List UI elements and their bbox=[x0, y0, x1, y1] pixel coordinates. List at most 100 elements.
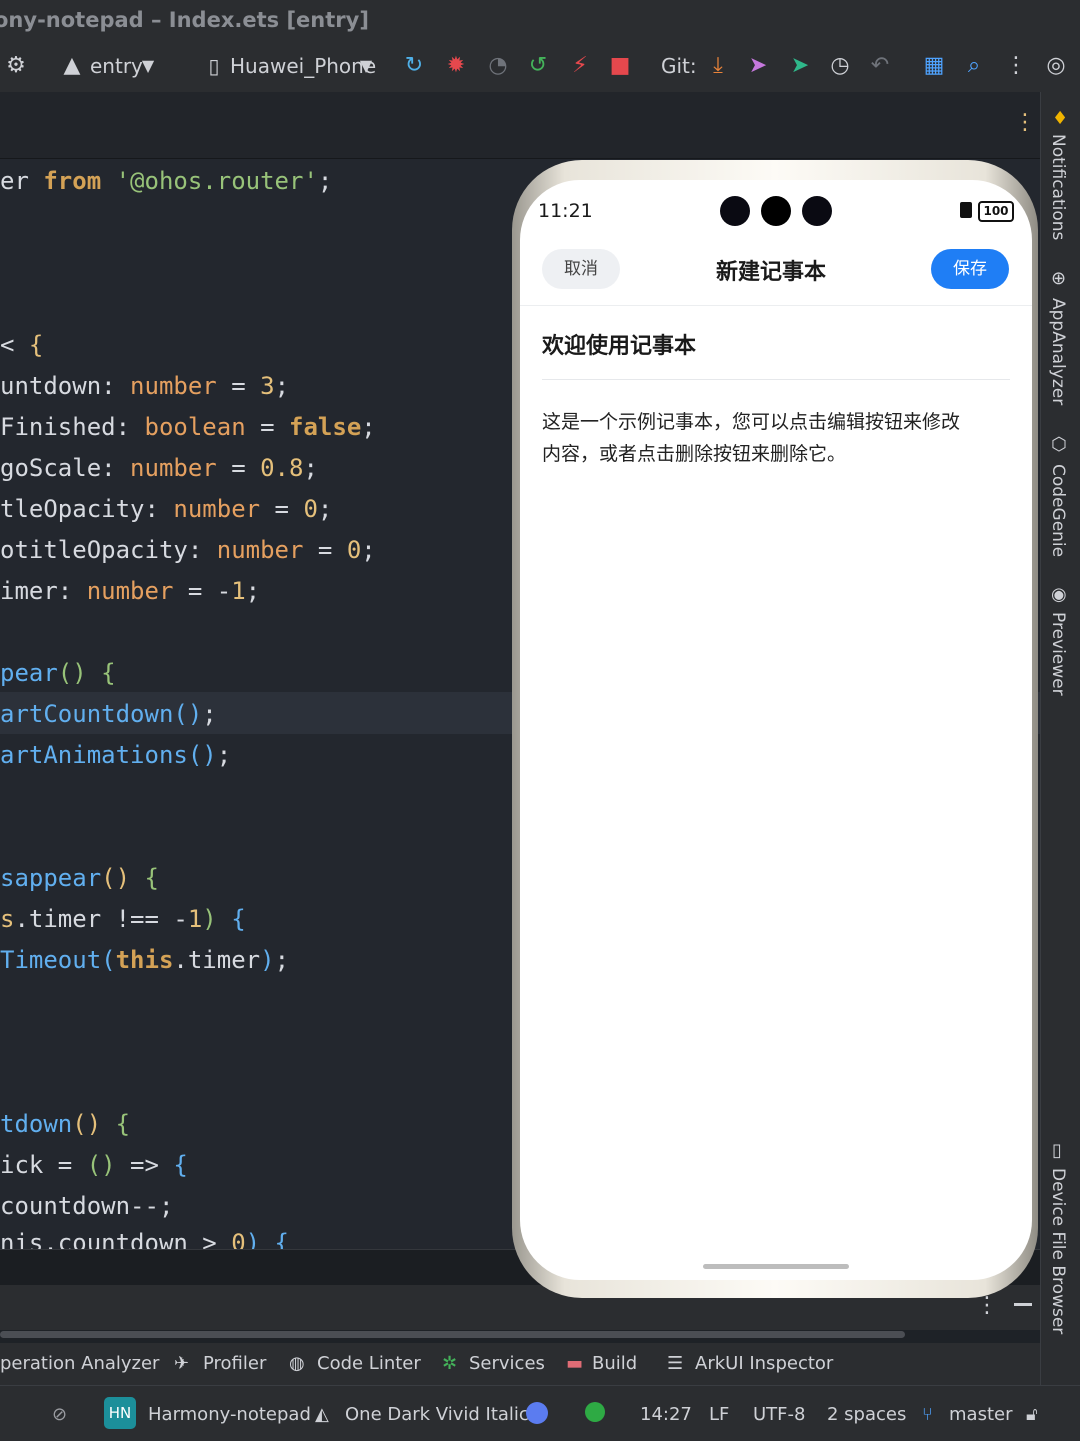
stop-icon[interactable]: ■ bbox=[606, 52, 634, 80]
window-title-bar: ony-notepad – Index.ets [entry] bbox=[0, 0, 1080, 42]
save-button[interactable]: 保存 bbox=[931, 249, 1009, 289]
appanalyzer-icon[interactable]: ⊕ bbox=[1051, 268, 1066, 289]
cursor-position[interactable]: 14:27 bbox=[640, 1404, 692, 1425]
device-icon[interactable]: ▯ bbox=[1052, 1140, 1062, 1161]
code-token: () bbox=[57, 659, 87, 687]
no-power-save-icon[interactable]: ⊘ bbox=[52, 1404, 67, 1425]
code-token: 0 bbox=[303, 495, 318, 523]
tool-previewer[interactable]: Previewer bbox=[1048, 612, 1068, 696]
code-token: artCountdown bbox=[0, 700, 174, 728]
git-update-icon[interactable]: ⤓ bbox=[704, 52, 732, 80]
camera-lens-icon bbox=[802, 196, 832, 226]
note-title-input[interactable]: 欢迎使用记事本 bbox=[542, 328, 696, 360]
code-token: boolean bbox=[144, 413, 246, 441]
settings-gear-icon[interactable]: ⚙ bbox=[2, 52, 30, 80]
code-token: number bbox=[130, 372, 217, 400]
project-name[interactable]: Harmony-notepad bbox=[148, 1404, 311, 1425]
tool-appanalyzer[interactable]: AppAnalyzer bbox=[1048, 298, 1068, 405]
header-divider bbox=[520, 305, 1032, 306]
page-title: 新建记事本 bbox=[716, 260, 827, 285]
previewer-eye-icon[interactable]: ◉ bbox=[1051, 584, 1067, 605]
code-token: { bbox=[28, 331, 44, 359]
code-token: { bbox=[115, 1110, 131, 1138]
grid-layout-icon[interactable]: ▦ bbox=[920, 52, 948, 80]
cancel-button[interactable]: 取消 bbox=[542, 249, 620, 289]
git-history-icon[interactable]: ◷ bbox=[826, 52, 854, 80]
git-branch[interactable]: master bbox=[949, 1404, 1012, 1425]
tool-device-file-browser[interactable]: Device File Browser bbox=[1048, 1168, 1068, 1334]
file-encoding[interactable]: UTF-8 bbox=[753, 1404, 805, 1425]
tool-operation-analyzer[interactable]: peration Analyzer bbox=[0, 1353, 159, 1374]
code-token: ; bbox=[202, 700, 217, 728]
blue-dot-indicator-icon[interactable] bbox=[526, 1402, 548, 1424]
run-coverage-icon[interactable]: ◔ bbox=[484, 52, 512, 80]
attach-plug-icon[interactable]: ⚡ bbox=[566, 52, 594, 80]
code-token: 0 bbox=[231, 1229, 246, 1249]
code-token: er bbox=[0, 167, 44, 195]
sim-icon bbox=[960, 202, 972, 218]
code-token: ; bbox=[361, 536, 376, 564]
tool-codegenie[interactable]: CodeGenie bbox=[1048, 464, 1068, 557]
code-token: pear bbox=[0, 659, 58, 687]
git-label: Git: bbox=[661, 54, 697, 78]
code-token: = bbox=[260, 495, 304, 523]
codegenie-icon[interactable]: ⬡ bbox=[1051, 434, 1067, 455]
editor-tab-bar: ⋮ bbox=[0, 92, 1040, 159]
home-indicator[interactable] bbox=[703, 1264, 849, 1269]
code-token: () bbox=[187, 741, 217, 769]
code-token: untdown: bbox=[0, 372, 131, 400]
status-bar: ⊘ HN Harmony-notepad ◭ One Dark Vivid It… bbox=[0, 1385, 1080, 1441]
chevron-down-icon[interactable]: ▼ bbox=[134, 52, 162, 80]
code-token: { bbox=[101, 659, 116, 687]
code-token: ) bbox=[202, 905, 217, 933]
code-token: = bbox=[245, 413, 290, 441]
debug-bug-icon[interactable]: ✹ bbox=[442, 52, 470, 80]
code-token: ) bbox=[245, 1229, 261, 1249]
code-token: Finished: bbox=[0, 413, 145, 441]
tool-build[interactable]: Build bbox=[592, 1353, 637, 1374]
code-token: artAnimations bbox=[0, 741, 188, 769]
code-token: tdown bbox=[0, 1110, 73, 1138]
code-token: { bbox=[144, 864, 159, 892]
code-token: { bbox=[173, 1151, 188, 1179]
tool-profiler[interactable]: Profiler bbox=[203, 1353, 266, 1374]
lock-icon[interactable]: 🔓︎ bbox=[1026, 1404, 1038, 1425]
code-token: = bbox=[216, 454, 261, 482]
code-token: < bbox=[0, 331, 29, 359]
code-token: imer: bbox=[0, 577, 87, 605]
phone-screen: 11:21 100 取消 新建记事本 保存 欢迎使用记事本 这是一个示例记事本，… bbox=[520, 180, 1032, 1280]
git-rollback-icon[interactable]: ↶ bbox=[866, 52, 894, 80]
editor-options-icon[interactable]: ⋮ bbox=[1014, 110, 1036, 135]
chevron-down-icon[interactable]: ▼ bbox=[352, 52, 380, 80]
code-token: ; bbox=[303, 454, 318, 482]
tool-code-linter[interactable]: Code Linter bbox=[317, 1353, 421, 1374]
code-token: Timeout bbox=[0, 946, 102, 974]
indent-setting[interactable]: 2 spaces bbox=[827, 1404, 906, 1425]
theme-name[interactable]: One Dark Vivid Italic bbox=[345, 1404, 529, 1425]
notifications-bell-icon[interactable]: ♦ bbox=[1052, 108, 1068, 129]
minimize-icon[interactable] bbox=[1014, 1303, 1032, 1306]
green-dot-indicator-icon[interactable] bbox=[585, 1402, 605, 1422]
code-token: number bbox=[130, 454, 217, 482]
code-token: sappear bbox=[0, 864, 102, 892]
note-body-line[interactable]: 这是一个示例记事本，您可以点击编辑按钮来修改 bbox=[542, 407, 960, 434]
git-commit-icon[interactable]: ➤ bbox=[786, 52, 814, 80]
tool-notifications[interactable]: Notifications bbox=[1048, 134, 1068, 240]
search-icon[interactable]: ⌕ bbox=[960, 52, 988, 80]
code-token: 1 bbox=[187, 905, 203, 933]
account-circle-icon[interactable]: ◎ bbox=[1042, 52, 1070, 80]
tool-arkui-inspector[interactable]: ArkUI Inspector bbox=[695, 1353, 833, 1374]
phone-device-icon: ▯ bbox=[208, 54, 220, 78]
sync-icon[interactable]: ↻ bbox=[400, 52, 428, 80]
code-token: ; bbox=[317, 495, 333, 523]
tool-services[interactable]: Services bbox=[469, 1353, 545, 1374]
more-options-icon[interactable]: ⋮ bbox=[1002, 52, 1030, 80]
horizontal-scrollbar[interactable] bbox=[0, 1331, 905, 1338]
apply-changes-icon[interactable]: ↺ bbox=[524, 52, 552, 80]
line-separator[interactable]: LF bbox=[709, 1404, 729, 1425]
code-token: .timer !== - bbox=[14, 905, 188, 933]
note-body-line[interactable]: 内容，或者点击删除按钮来删除它。 bbox=[542, 439, 846, 466]
git-push-icon[interactable]: ➤ bbox=[744, 52, 772, 80]
